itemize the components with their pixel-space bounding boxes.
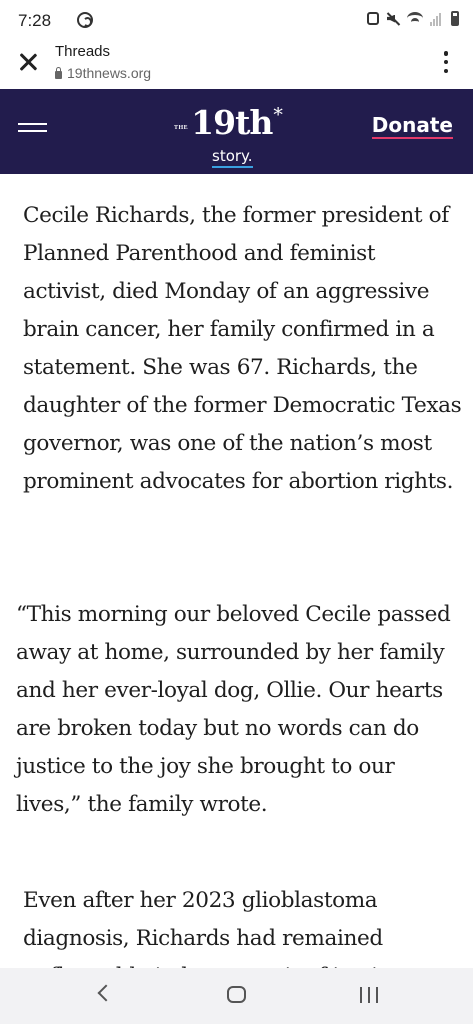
lock-icon (55, 66, 62, 79)
back-icon[interactable] (97, 984, 115, 1002)
battery-icon (451, 11, 459, 26)
status-icons (367, 11, 459, 26)
article-body: Cecile Richards, the former president of… (0, 174, 473, 968)
threads-icon (77, 12, 93, 28)
article-paragraph-quote: “This morning our beloved Cecile passed … (16, 602, 451, 817)
mute-icon (386, 12, 400, 26)
more-options-icon[interactable] (443, 51, 449, 73)
logo-prefix: THE (174, 125, 189, 131)
logo-subtitle[interactable]: story. (212, 148, 253, 168)
close-icon[interactable] (18, 52, 38, 72)
article-paragraph: Cecile Richards, the former president of… (23, 203, 462, 494)
recents-icon[interactable] (360, 987, 378, 1003)
donate-button[interactable]: Donate (371, 115, 453, 139)
article-paragraph: Even after her 2023 glioblastoma diagnos… (23, 888, 409, 968)
browser-title: Threads (55, 43, 111, 60)
home-icon[interactable] (227, 986, 246, 1003)
status-bar: 7:28 (0, 0, 473, 40)
logo-text: 19th (191, 103, 273, 142)
browser-toolbar: Threads 19thnews.org (0, 40, 473, 89)
site-header: THE 19th * story. Donate (0, 89, 473, 174)
browser-url[interactable]: 19thnews.org (67, 65, 151, 81)
status-time: 7:28 (18, 11, 52, 30)
hamburger-menu-icon[interactable] (18, 123, 47, 132)
browser-url-row[interactable]: 19thnews.org (55, 65, 151, 81)
logo-star: * (273, 104, 283, 126)
site-logo[interactable]: THE 19th * (174, 103, 283, 142)
signal-icon (430, 12, 444, 26)
system-navigation-bar (0, 968, 473, 1024)
battery-saver-icon (367, 12, 379, 25)
wifi-icon (407, 12, 423, 25)
